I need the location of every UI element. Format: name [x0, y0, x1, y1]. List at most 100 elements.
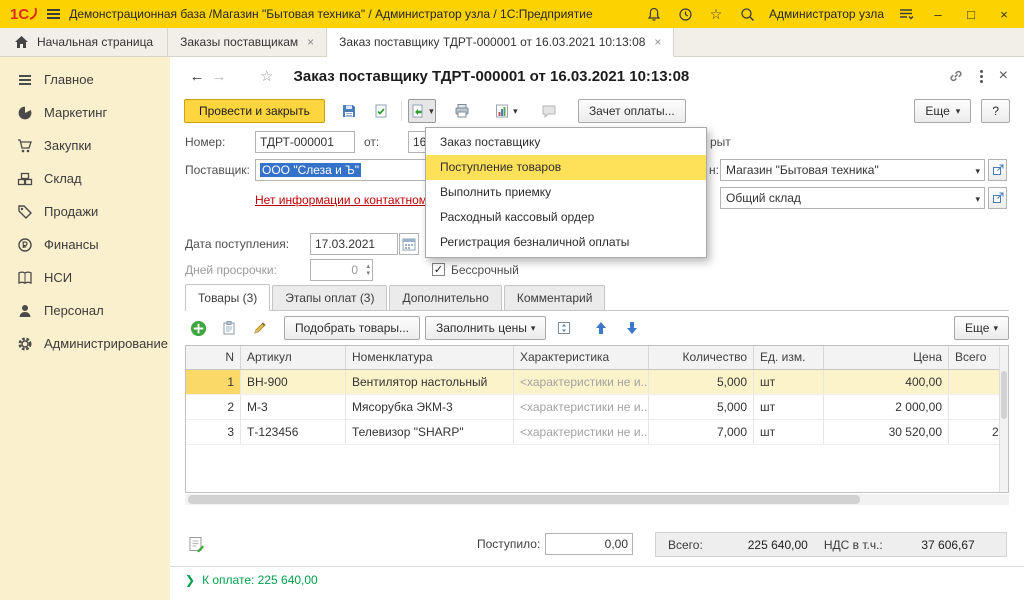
menu-item-cash-outflow-order[interactable]: Расходный кассовый ордер — [426, 205, 706, 230]
comment-button[interactable] — [188, 536, 205, 556]
save-button[interactable] — [335, 99, 363, 123]
pick-goods-button[interactable]: Подобрать товары... — [284, 316, 420, 340]
form-more-button[interactable]: Еще ▾ — [914, 99, 971, 123]
sidebar-item-nsi[interactable]: НСИ — [0, 261, 170, 294]
menu-arrow-icon[interactable] — [897, 5, 915, 23]
warehouse-value: Общий склад — [726, 191, 801, 205]
tab-comment[interactable]: Комментарий — [504, 285, 606, 310]
menu-item-perform-acceptance[interactable]: Выполнить приемку — [426, 180, 706, 205]
tab-close-icon[interactable]: × — [307, 35, 314, 49]
status-link-fragment[interactable]: рыт — [710, 131, 731, 153]
table-row[interactable]: 3 Т-123456 Телевизор "SHARP" <характерис… — [186, 420, 999, 445]
menu-item-cashless-payment-registration[interactable]: Регистрация безналичной оплаты — [426, 230, 706, 255]
back-button[interactable]: ← — [186, 68, 208, 85]
favorites-star-icon[interactable]: ☆ — [707, 5, 725, 23]
reports-button[interactable]: ▾ — [492, 99, 520, 123]
caret-down-icon: ▾ — [975, 195, 980, 204]
maximize-button[interactable]: □ — [961, 5, 981, 23]
table-row[interactable]: 1 ВН-900 Вентилятор настольный <характер… — [186, 370, 999, 395]
print-button[interactable] — [448, 99, 476, 123]
main-menu-icon[interactable] — [47, 9, 60, 19]
total-value: 225 640,00 — [703, 538, 808, 552]
more-actions-kebab-icon[interactable] — [978, 68, 985, 85]
1c-logo: 1С — [10, 7, 38, 22]
sidebar-item-personnel[interactable]: Персонал — [0, 294, 170, 327]
favorite-star-icon[interactable]: ☆ — [260, 67, 273, 85]
sidebar-item-warehouse[interactable]: Склад — [0, 162, 170, 195]
sidebar-item-sales[interactable]: Продажи — [0, 195, 170, 228]
minimize-button[interactable]: – — [928, 5, 948, 23]
table-more-button[interactable]: Еще ▾ — [954, 316, 1009, 340]
column-header-price[interactable]: Цена — [824, 346, 949, 369]
offset-payment-button[interactable]: Зачет оплаты... — [578, 99, 686, 123]
shop-combo[interactable]: Магазин "Бытовая техника" ▾ — [720, 159, 985, 181]
post-button[interactable] — [367, 99, 395, 123]
receipt-date-input[interactable]: 17.03.2021 — [310, 233, 398, 255]
sidebar-item-finance[interactable]: Финансы — [0, 228, 170, 261]
move-row-down-button[interactable] — [619, 316, 645, 340]
tab-payment-stages[interactable]: Этапы оплат (3) — [272, 285, 387, 310]
column-header-n[interactable]: N — [186, 346, 241, 369]
cell-article: М-3 — [241, 395, 346, 419]
cell-unit: шт — [754, 370, 824, 394]
horizontal-scrollbar[interactable] — [185, 494, 1009, 505]
sidebar-item-administration[interactable]: Администрирование — [0, 327, 170, 360]
expand-table-button[interactable] — [551, 316, 577, 340]
sidebar-item-purchases[interactable]: Закупки — [0, 129, 170, 162]
spin-up-icon[interactable]: ▴ — [366, 263, 370, 270]
to-pay-link[interactable]: ❯ К оплате: 225 640,00 — [185, 573, 318, 587]
tab-supplier-order-document[interactable]: Заказ поставщику ТДРТ-000001 от 16.03.20… — [327, 28, 674, 57]
calendar-button[interactable] — [399, 233, 419, 255]
create-based-on-button[interactable]: ▾ — [408, 99, 436, 123]
caret-down-icon: ▾ — [429, 107, 434, 116]
table-row[interactable]: 2 М-3 Мясорубка ЭКМ-3 <характеристики не… — [186, 395, 999, 420]
fill-prices-button[interactable]: Заполнить цены ▾ — [425, 316, 546, 340]
vertical-scrollbar[interactable] — [999, 346, 1008, 492]
edit-row-button[interactable] — [247, 316, 273, 340]
current-user[interactable]: Администратор узла — [769, 7, 884, 21]
close-form-icon[interactable]: × — [999, 68, 1008, 84]
discussion-button[interactable] — [535, 99, 563, 123]
column-header-characteristic[interactable]: Характеристика — [514, 346, 649, 369]
link-icon[interactable] — [948, 68, 964, 84]
vertical-scrollbar-thumb[interactable] — [1001, 371, 1007, 419]
shop-open-button[interactable] — [988, 159, 1007, 181]
footer-separator — [170, 566, 1024, 567]
notifications-bell-icon[interactable] — [645, 5, 663, 23]
add-row-button[interactable] — [185, 316, 211, 340]
menu-item-supplier-order[interactable]: Заказ поставщику — [426, 130, 706, 155]
search-icon[interactable] — [738, 5, 756, 23]
forward-button[interactable]: → — [208, 68, 230, 85]
tab-additional[interactable]: Дополнительно — [389, 285, 501, 310]
tab-goods[interactable]: Товары (3) — [185, 284, 270, 311]
post-and-close-button[interactable]: Провести и закрыть — [184, 99, 325, 123]
history-icon[interactable] — [676, 5, 694, 23]
tab-close-icon[interactable]: × — [654, 35, 661, 49]
cell-nomenclature: Вентилятор настольный — [346, 370, 514, 394]
column-header-total[interactable]: Всего — [949, 346, 999, 369]
sidebar-item-main[interactable]: Главное — [0, 63, 170, 96]
move-row-up-button[interactable] — [588, 316, 614, 340]
help-button[interactable]: ? — [981, 99, 1010, 123]
column-header-nomenclature[interactable]: Номенклатура — [346, 346, 514, 369]
column-header-article[interactable]: Артикул — [241, 346, 346, 369]
cell-quantity: 7,000 — [649, 420, 754, 444]
close-window-button[interactable]: × — [994, 5, 1014, 23]
number-input[interactable]: ТДРТ-000001 — [255, 131, 355, 153]
received-input[interactable]: 0,00 — [545, 533, 633, 555]
column-header-unit[interactable]: Ед. изм. — [754, 346, 824, 369]
warehouse-open-button[interactable] — [988, 187, 1007, 209]
check-icon: ✓ — [434, 263, 443, 276]
termless-checkbox[interactable]: ✓ — [432, 263, 445, 276]
column-header-quantity[interactable]: Количество — [649, 346, 754, 369]
sidebar-item-marketing[interactable]: Маркетинг — [0, 96, 170, 129]
home-tab[interactable]: Начальная страница — [0, 28, 168, 56]
spin-down-icon[interactable]: ▾ — [366, 270, 370, 277]
overdue-days-stepper[interactable]: 0 ▴ ▾ — [310, 259, 373, 281]
warehouse-combo[interactable]: Общий склад ▾ — [720, 187, 985, 209]
add-icon — [190, 320, 207, 337]
menu-item-goods-receipt[interactable]: Поступление товаров — [426, 155, 706, 180]
fill-button[interactable] — [216, 316, 242, 340]
tab-supplier-orders[interactable]: Заказы поставщикам × — [168, 28, 327, 56]
horizontal-scrollbar-thumb[interactable] — [188, 495, 860, 504]
